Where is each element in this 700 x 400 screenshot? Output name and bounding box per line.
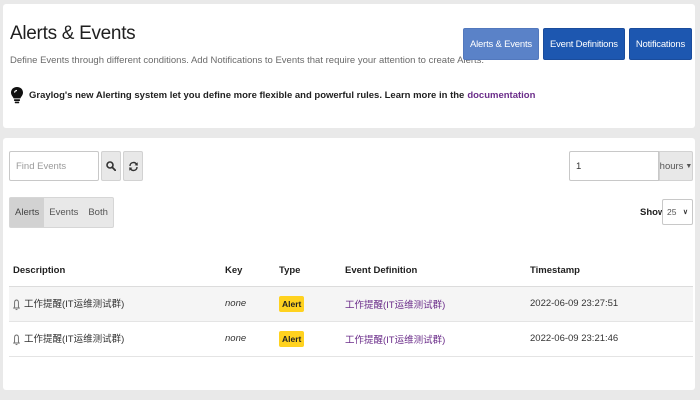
- page-header-panel: Alerts & Events Define Events through di…: [3, 4, 695, 128]
- table-row[interactable]: 工作提醒(IT运维测试群) none Alert 工作提醒(IT运维测试群) 2…: [9, 321, 693, 357]
- alert-bell-icon: [13, 299, 20, 310]
- column-header-key[interactable]: Key: [221, 255, 275, 287]
- table-header-row: Description Key Type Event Definition Ti…: [9, 255, 693, 287]
- column-header-description[interactable]: Description: [9, 255, 221, 287]
- timestamp-cell: 2022-06-09 23:27:51: [526, 286, 693, 322]
- page-nav-buttons: Alerts & Events Event Definitions Notifi…: [463, 28, 692, 60]
- chevron-down-icon: ∨: [682, 209, 688, 216]
- range-value-input[interactable]: [569, 151, 659, 181]
- timestamp-cell: 2022-06-09 23:21:46: [526, 321, 693, 357]
- alerts-events-button[interactable]: Alerts & Events: [463, 28, 539, 60]
- filter-alerts-button[interactable]: Alerts: [10, 198, 45, 227]
- caret-down-icon: ▼: [685, 162, 693, 170]
- column-header-event-definition[interactable]: Event Definition: [341, 255, 526, 287]
- key-cell: none: [221, 286, 275, 322]
- description-cell[interactable]: 工作提醒(IT运维测试群): [9, 321, 221, 357]
- lightbulb-icon: [10, 86, 24, 104]
- search-input[interactable]: [9, 151, 99, 181]
- event-definitions-button[interactable]: Event Definitions: [542, 28, 625, 60]
- events-panel: hours ▼ Alerts Events Both Show 25 ∨ Des…: [3, 138, 695, 390]
- event-type-filter: Alerts Events Both: [9, 197, 114, 228]
- refresh-icon: [128, 161, 138, 171]
- type-cell: Alert: [275, 286, 341, 322]
- key-cell: none: [221, 321, 275, 357]
- documentation-link[interactable]: documentation: [467, 90, 535, 101]
- page-size-value: 25: [667, 207, 677, 217]
- description-text: 工作提醒(IT运维测试群): [24, 299, 125, 311]
- info-text: Graylog's new Alerting system let you de…: [29, 89, 465, 101]
- page-subtitle: Define Events through different conditio…: [10, 55, 485, 66]
- range-unit-dropdown[interactable]: hours ▼: [659, 151, 693, 181]
- page-size-select[interactable]: 25 ∨: [662, 199, 693, 225]
- alert-type-badge: Alert: [279, 330, 305, 347]
- event-definition-link[interactable]: 工作提醒(IT运维测试群): [345, 300, 445, 311]
- type-cell: Alert: [275, 321, 341, 357]
- filter-events-button[interactable]: Events: [44, 198, 83, 227]
- event-definition-link[interactable]: 工作提醒(IT运维测试群): [345, 335, 445, 346]
- alert-bell-icon: [13, 334, 20, 345]
- description-text: 工作提醒(IT运维测试群): [24, 334, 125, 346]
- filter-both-button[interactable]: Both: [83, 198, 113, 227]
- range-unit-label: hours: [659, 160, 684, 172]
- event-definition-cell: 工作提醒(IT运维测试群): [341, 286, 526, 322]
- search-icon: [106, 161, 116, 171]
- event-definition-cell: 工作提醒(IT运维测试群): [341, 321, 526, 357]
- search-button[interactable]: [101, 151, 121, 181]
- notifications-button[interactable]: Notifications: [628, 28, 692, 60]
- description-cell[interactable]: 工作提醒(IT运维测试群): [9, 286, 221, 322]
- alerting-info-line: Graylog's new Alerting system let you de…: [10, 86, 535, 104]
- alert-type-badge: Alert: [279, 295, 305, 312]
- refresh-button[interactable]: [123, 151, 143, 181]
- table-row[interactable]: 工作提醒(IT运维测试群) none Alert 工作提醒(IT运维测试群) 2…: [9, 286, 693, 322]
- column-header-timestamp[interactable]: Timestamp: [526, 255, 693, 287]
- column-header-type[interactable]: Type: [275, 255, 341, 287]
- events-table: Description Key Type Event Definition Ti…: [9, 255, 693, 357]
- page-title: Alerts & Events: [10, 23, 136, 44]
